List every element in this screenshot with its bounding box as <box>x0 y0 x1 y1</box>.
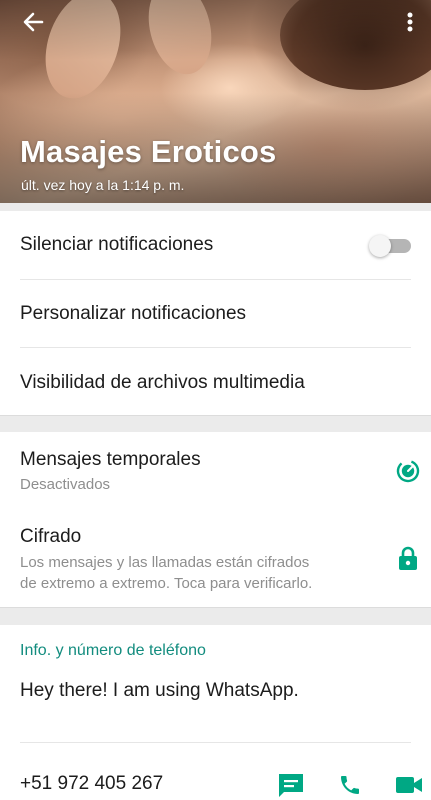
mute-notifications-label: Silenciar notificaciones <box>20 234 214 255</box>
custom-notifications-label: Personalizar notificaciones <box>20 303 247 324</box>
back-button[interactable] <box>18 8 50 36</box>
divider <box>20 742 411 743</box>
contact-name: Masajes Eroticos <box>20 134 277 169</box>
about-section-title: Info. y número de teléfono <box>20 642 206 659</box>
phone-number[interactable]: +51 972 405 267 <box>20 773 163 795</box>
section-gap <box>0 203 431 211</box>
encryption-label: Cifrado <box>20 526 82 547</box>
toggle-knob <box>369 235 391 257</box>
phone-icon[interactable] <box>338 772 362 798</box>
more-options-button[interactable] <box>398 8 422 36</box>
arrow-left-icon <box>23 12 44 32</box>
timer-icon <box>396 459 420 483</box>
more-vertical-icon <box>407 12 413 32</box>
media-visibility-label: Visibilidad de archivos multimedia <box>20 372 305 393</box>
profile-photo-header[interactable]: Masajes Eroticos últ. vez hoy a la 1:14 … <box>0 0 431 203</box>
last-seen-status: últ. vez hoy a la 1:14 p. m. <box>21 177 185 193</box>
encryption-description-line1: Los mensajes y las llamadas están cifrad… <box>20 554 310 571</box>
disappearing-messages-status: Desactivados <box>20 476 111 493</box>
disappearing-messages-label: Mensajes temporales <box>20 449 201 470</box>
about-status-text: Hey there! I am using WhatsApp. <box>20 680 299 701</box>
section-gap <box>0 607 431 625</box>
encryption-description-line2: de extremo a extremo. Toca para verifica… <box>20 575 313 592</box>
video-icon[interactable] <box>395 774 423 796</box>
section-gap <box>0 415 431 432</box>
lock-icon <box>399 546 417 570</box>
photo-overlay <box>0 0 431 60</box>
mute-toggle[interactable] <box>369 235 411 257</box>
message-icon[interactable] <box>277 772 305 798</box>
